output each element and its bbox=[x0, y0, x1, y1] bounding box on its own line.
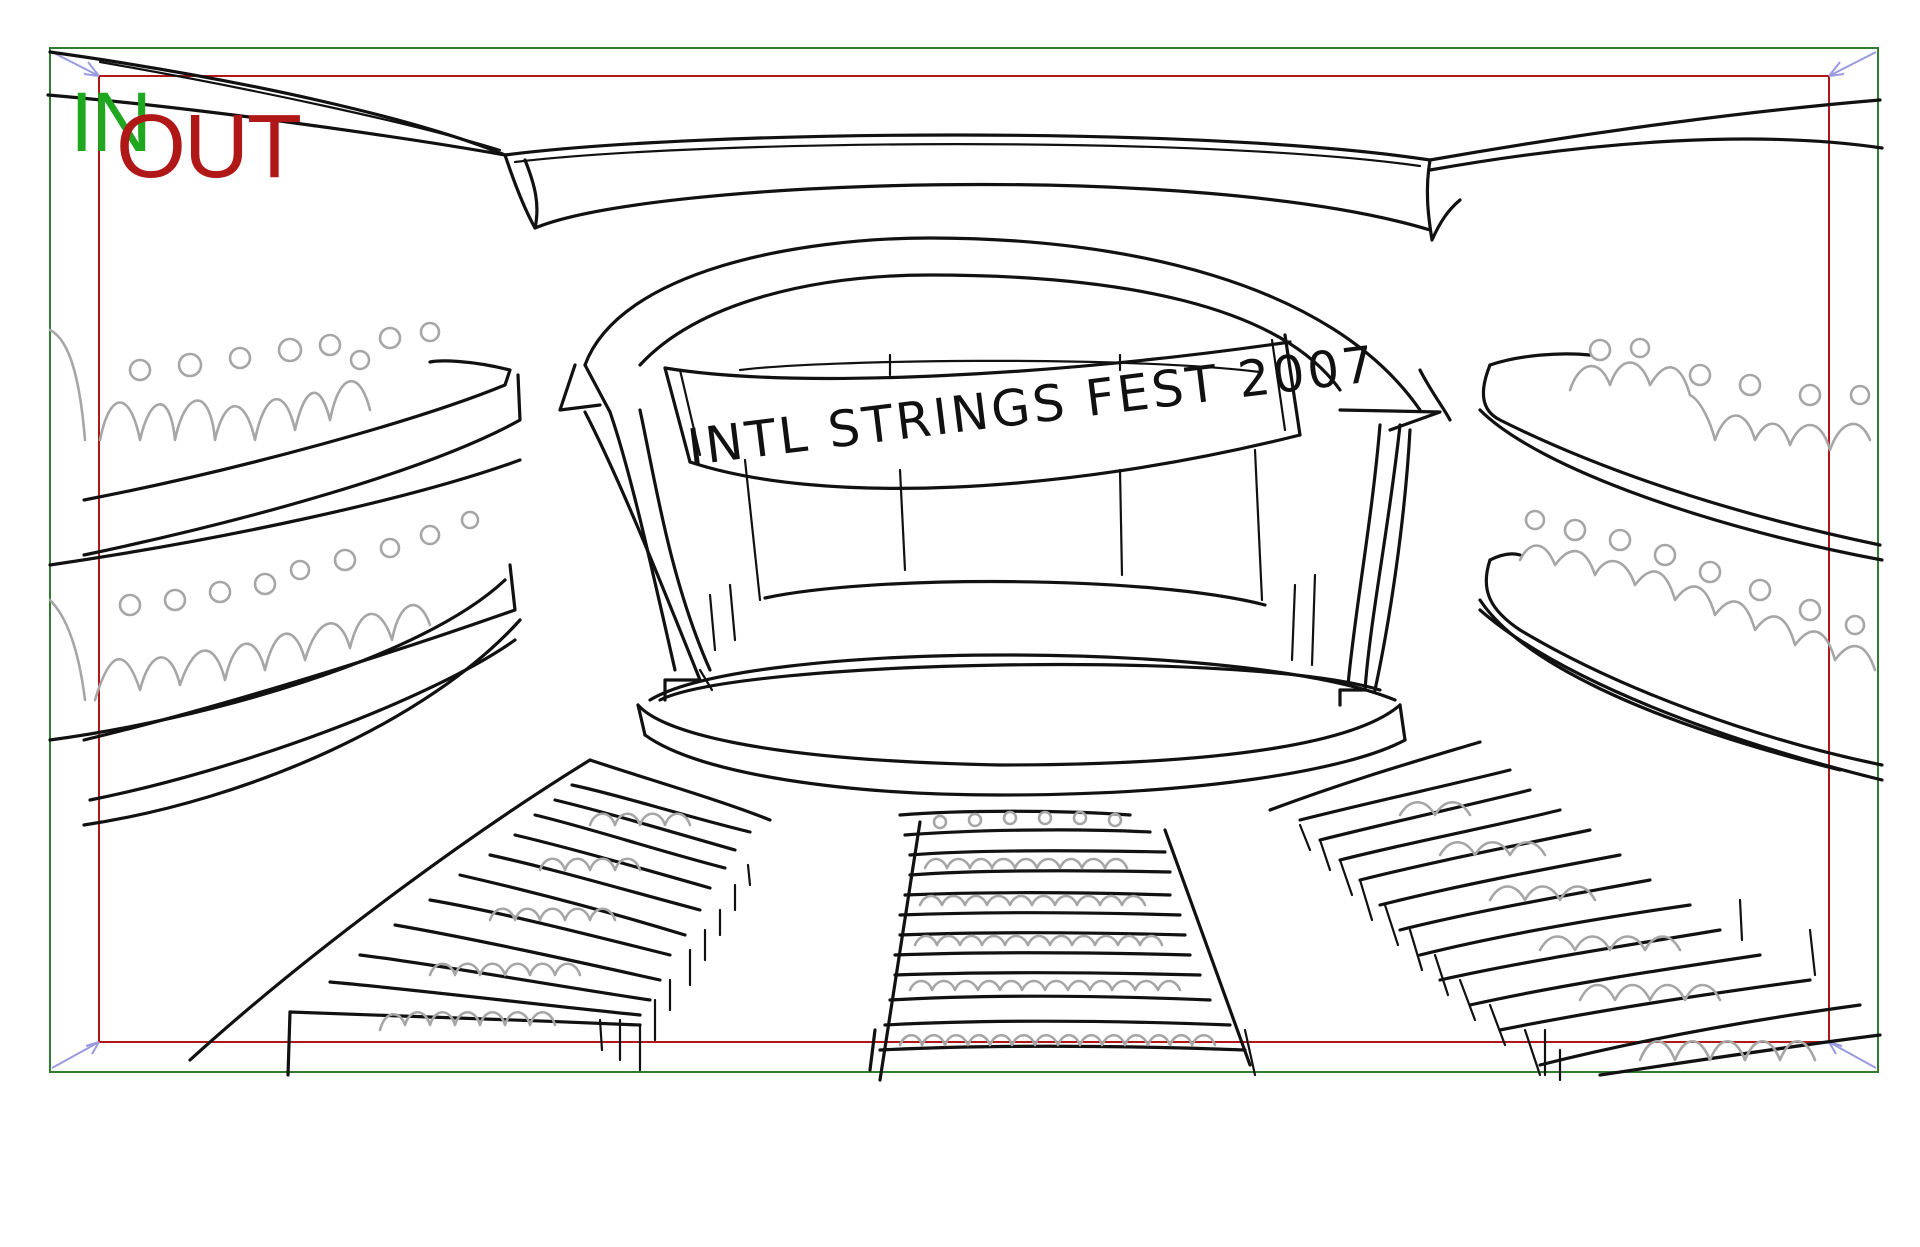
stage bbox=[636, 653, 1407, 797]
seating-center bbox=[868, 809, 1257, 1082]
seating-left bbox=[188, 758, 772, 1077]
banner-text: INTL STRINGS FEST 2007 bbox=[684, 335, 1380, 477]
right-balconies bbox=[1478, 352, 1884, 782]
corner-markers bbox=[51, 51, 1877, 1069]
storyboard-panel: INTL STRINGS FEST 2007 IN OUT bbox=[0, 0, 1920, 1242]
ceiling bbox=[46, 50, 1884, 242]
out-frame-border bbox=[98, 75, 1830, 1043]
out-frame-label: OUT bbox=[116, 97, 302, 197]
left-balconies bbox=[48, 359, 522, 827]
seating-right bbox=[1268, 740, 1882, 1082]
festival-banner: INTL STRINGS FEST 2007 bbox=[663, 333, 1380, 490]
